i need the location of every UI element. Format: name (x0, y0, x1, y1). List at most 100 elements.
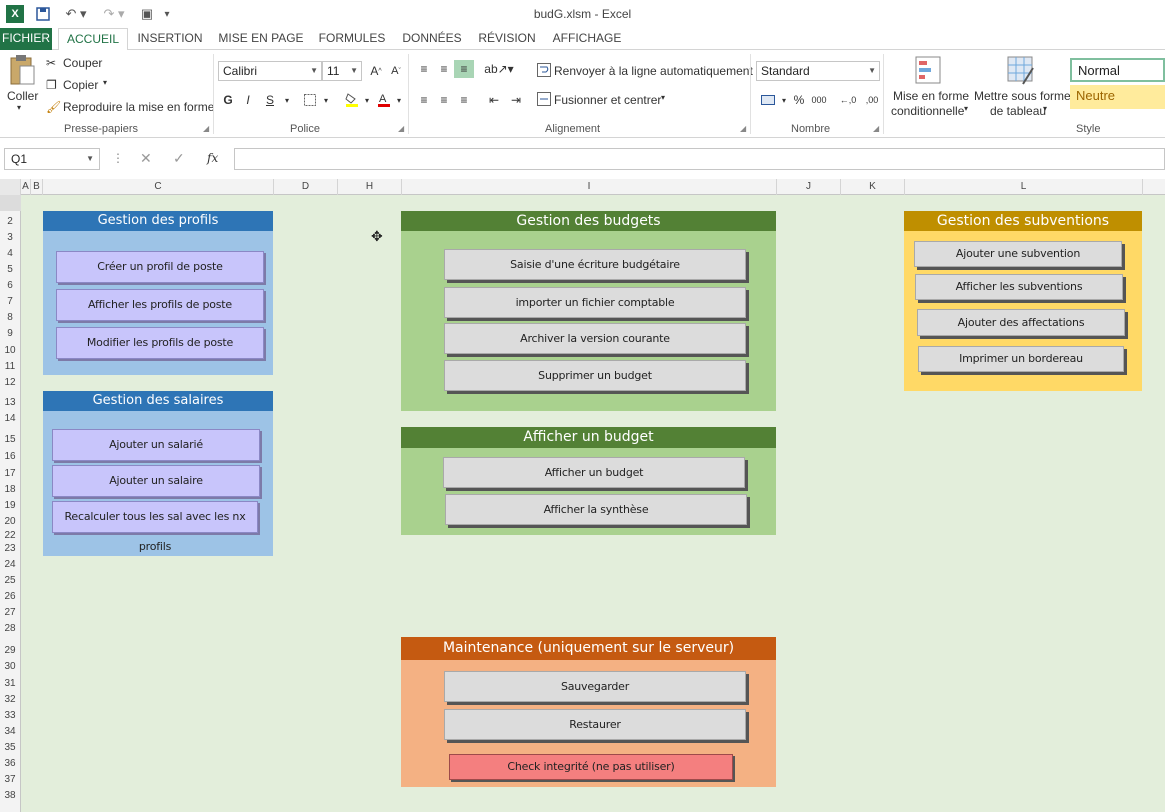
increase-decimal-button[interactable]: ←,0 (836, 91, 860, 109)
cut-button[interactable]: Couper (63, 56, 102, 70)
row-header[interactable]: 26 (0, 591, 20, 602)
tab-insert[interactable]: INSERTION (132, 28, 208, 50)
row-header[interactable]: 31 (0, 678, 20, 689)
archive-version-button[interactable]: Archiver la version courante (444, 323, 746, 354)
row-header[interactable]: 22 (0, 530, 20, 541)
thousands-button[interactable]: 000 (809, 91, 829, 109)
number-launcher-icon[interactable]: ◢ (873, 124, 879, 133)
row-header[interactable]: 18 (0, 484, 20, 495)
font-launcher-icon[interactable]: ◢ (398, 124, 404, 133)
row-header[interactable]: 33 (0, 710, 20, 721)
paste-icon[interactable] (8, 54, 38, 86)
align-top-icon[interactable]: ≡ (414, 60, 434, 78)
italic-button[interactable]: I (238, 91, 258, 109)
merge-dropdown-icon[interactable]: ▾ (661, 93, 665, 102)
row-header[interactable]: 27 (0, 607, 20, 618)
row-header[interactable]: 19 (0, 500, 20, 511)
underline-dropdown-icon[interactable]: ▾ (277, 91, 297, 109)
row-header[interactable]: 2 (0, 216, 20, 227)
row-header[interactable]: 15 (0, 434, 20, 445)
format-painter-icon[interactable]: 🖌 (46, 100, 61, 114)
copy-button[interactable]: Copier (63, 78, 98, 92)
recalculate-salaries-button[interactable]: Recalculer tous les sal avec les nx prof… (52, 501, 258, 553)
tab-home[interactable]: ACCUEIL (58, 28, 128, 51)
restore-button[interactable]: Restaurer (444, 709, 746, 740)
increase-indent-icon[interactable]: ⇥ (506, 91, 526, 109)
decrease-indent-icon[interactable]: ⇤ (484, 91, 504, 109)
row-header[interactable]: 29 (0, 645, 20, 656)
column-header-b[interactable]: B (31, 179, 43, 195)
row-header[interactable]: 38 (0, 790, 20, 801)
create-profile-button[interactable]: Créer un profil de poste (56, 251, 264, 283)
row-header[interactable]: 30 (0, 661, 20, 672)
column-header-h[interactable]: H (338, 179, 402, 195)
tab-file[interactable]: FICHIER (0, 28, 52, 50)
font-color-dropdown-icon[interactable]: ▾ (389, 91, 409, 109)
row-header[interactable]: 32 (0, 694, 20, 705)
font-name-select[interactable]: Calibri ▼ (218, 61, 322, 81)
add-allocations-button[interactable]: Ajouter des affectations (917, 309, 1125, 336)
row-header[interactable]: 8 (0, 312, 20, 323)
row-header[interactable]: 11 (0, 361, 20, 372)
add-employee-button[interactable]: Ajouter un salarié (52, 429, 260, 461)
paste-button[interactable]: Coller (7, 89, 38, 103)
grow-font-button[interactable]: A ^ (366, 62, 386, 80)
wrap-text-button[interactable]: Renvoyer à la ligne automatiquement (554, 64, 753, 78)
column-header-i[interactable]: I (402, 179, 777, 195)
format-as-table-line1[interactable]: Mettre sous forme (974, 89, 1071, 103)
column-header-l[interactable]: L (905, 179, 1143, 195)
name-box[interactable]: Q1 ▼ (4, 148, 100, 170)
add-salary-button[interactable]: Ajouter un salaire (52, 465, 260, 497)
integrity-check-button[interactable]: Check integrité (ne pas utiliser) (449, 754, 733, 780)
row-header[interactable]: 37 (0, 774, 20, 785)
column-header-d[interactable]: D (274, 179, 338, 195)
style-neutral[interactable]: Neutre (1070, 85, 1165, 109)
import-accounting-file-button[interactable]: importer un fichier comptable (444, 287, 746, 318)
row-header[interactable]: 14 (0, 413, 20, 424)
alignment-launcher-icon[interactable]: ◢ (740, 124, 746, 133)
show-subsidies-button[interactable]: Afficher les subventions (915, 274, 1123, 300)
row-header[interactable]: 13 (0, 397, 20, 408)
row-header[interactable]: 3 (0, 232, 20, 243)
copy-icon[interactable]: ❐ (46, 78, 57, 92)
bold-button[interactable]: G (218, 91, 238, 109)
borders-dropdown-icon[interactable]: ▾ (316, 91, 336, 109)
copy-dropdown-icon[interactable]: ▾ (103, 78, 107, 87)
format-as-table-dropdown-icon[interactable]: ▾ (1043, 104, 1047, 113)
tab-data[interactable]: DONNÉES (398, 28, 466, 50)
orientation-icon[interactable]: ab↗▾ (484, 60, 513, 78)
align-right-icon[interactable]: ≡ (454, 91, 474, 109)
format-painter-button[interactable]: Reproduire la mise en forme (63, 100, 214, 114)
wrap-text-icon[interactable] (537, 63, 551, 80)
row-header[interactable]: 25 (0, 575, 20, 586)
format-as-table-icon[interactable] (1007, 56, 1035, 89)
row-header[interactable]: 4 (0, 248, 20, 259)
show-profiles-button[interactable]: Afficher les profils de poste (56, 289, 264, 321)
row-header[interactable]: 23 (0, 543, 20, 554)
decrease-decimal-button[interactable]: ,00 (862, 91, 882, 109)
tab-page-layout[interactable]: MISE EN PAGE (216, 28, 306, 50)
tab-formulas[interactable]: FORMULES (314, 28, 390, 50)
style-normal[interactable]: Normal (1070, 58, 1165, 82)
print-slip-button[interactable]: Imprimer un bordereau (918, 346, 1124, 372)
conditional-formatting-icon[interactable] (915, 56, 943, 89)
delete-budget-button[interactable]: Supprimer un budget (444, 360, 746, 391)
formula-input[interactable] (234, 148, 1165, 170)
align-bottom-icon[interactable]: ≡ (454, 60, 474, 78)
tab-view[interactable]: AFFICHAGE (548, 28, 626, 50)
modify-profiles-button[interactable]: Modifier les profils de poste (56, 327, 264, 359)
show-budget-button[interactable]: Afficher un budget (443, 457, 745, 488)
number-format-select[interactable]: Standard ▼ (756, 61, 880, 81)
row-header[interactable]: 35 (0, 742, 20, 753)
align-left-icon[interactable]: ≡ (414, 91, 434, 109)
conditional-formatting-line1[interactable]: Mise en forme (893, 89, 969, 103)
row-header[interactable]: 12 (0, 377, 20, 388)
align-middle-icon[interactable]: ≡ (434, 60, 454, 78)
shrink-font-button[interactable]: Aˇ (386, 62, 406, 80)
row-header[interactable]: 20 (0, 516, 20, 527)
enter-icon[interactable]: ✓ (173, 150, 185, 167)
format-as-table-line2[interactable]: de tableau (990, 104, 1046, 118)
conditional-formatting-line2[interactable]: conditionnelle (891, 104, 964, 118)
column-header-j[interactable]: J (777, 179, 841, 195)
row-header[interactable]: 10 (0, 345, 20, 356)
